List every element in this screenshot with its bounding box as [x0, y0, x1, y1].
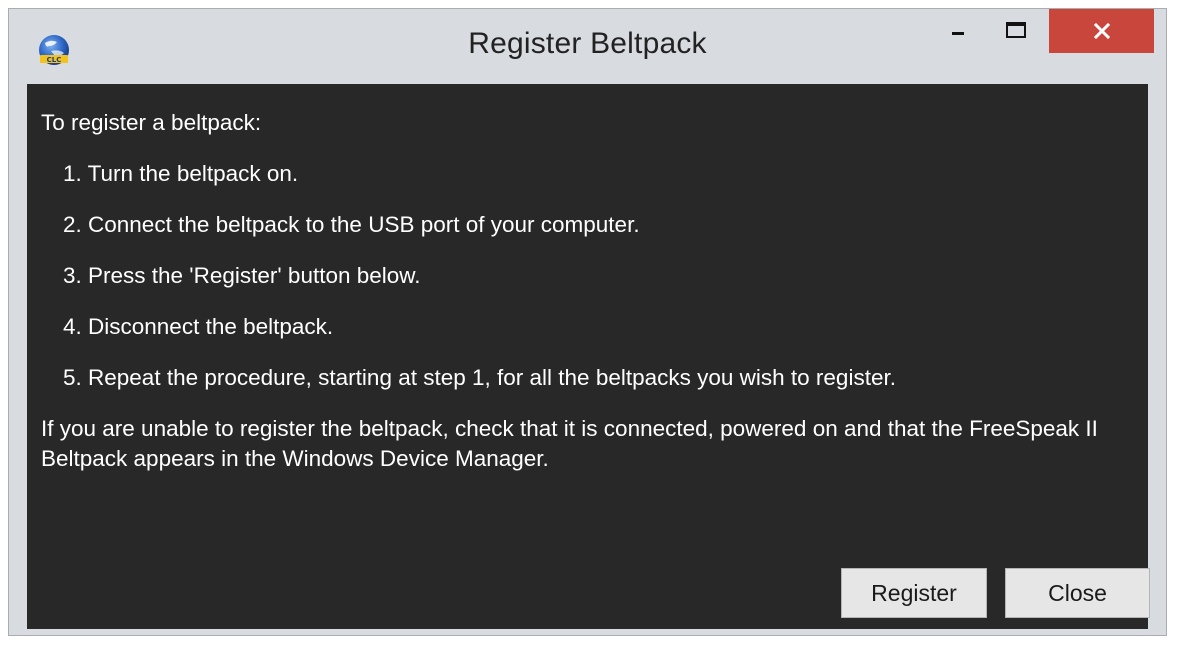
maximize-icon [1006, 22, 1026, 38]
close-button[interactable]: Close [1005, 568, 1150, 618]
intro-text: To register a beltpack: [41, 110, 262, 135]
step-4: 4. Disconnect the beltpack. [63, 314, 334, 339]
step-5: 5. Repeat the procedure, starting at ste… [63, 365, 896, 390]
minimize-icon [952, 32, 964, 35]
register-beltpack-dialog: CLC Register Beltpack To register a belt… [8, 8, 1167, 636]
footer-note: If you are unable to register the beltpa… [41, 416, 1098, 471]
title-bar[interactable]: CLC Register Beltpack [9, 9, 1166, 84]
register-button[interactable]: Register [841, 568, 987, 618]
minimize-button[interactable] [929, 9, 987, 51]
step-2: 2. Connect the beltpack to the USB port … [63, 212, 640, 237]
close-window-button[interactable] [1049, 9, 1154, 53]
step-3: 3. Press the 'Register' button below. [63, 263, 421, 288]
step-1: 1. Turn the beltpack on. [63, 161, 299, 186]
content-panel: To register a beltpack: 1. Turn the belt… [27, 84, 1150, 629]
maximize-button[interactable] [987, 9, 1045, 51]
close-icon [1093, 22, 1110, 40]
instructions: To register a beltpack: 1. Turn the belt… [41, 108, 1136, 495]
